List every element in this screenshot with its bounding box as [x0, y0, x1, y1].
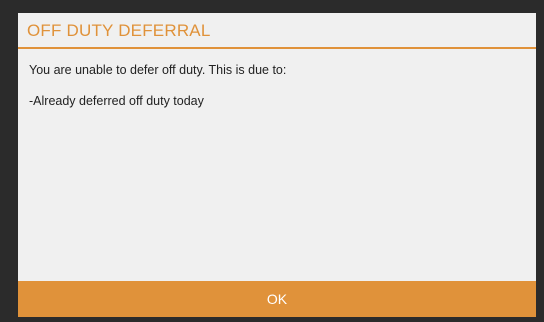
- dialog-header: OFF DUTY DEFERRAL: [18, 13, 536, 49]
- reason-item: -Already deferred off duty today: [29, 94, 204, 108]
- ok-button[interactable]: OK: [18, 281, 536, 317]
- device-frame: OFF DUTY DEFERRAL You are unable to defe…: [0, 0, 544, 322]
- dialog-message: You are unable to defer off duty. This i…: [29, 63, 287, 77]
- dialog-body: You are unable to defer off duty. This i…: [29, 63, 525, 109]
- dialog-title: OFF DUTY DEFERRAL: [27, 21, 211, 40]
- off-duty-deferral-dialog: OFF DUTY DEFERRAL You are unable to defe…: [18, 13, 536, 317]
